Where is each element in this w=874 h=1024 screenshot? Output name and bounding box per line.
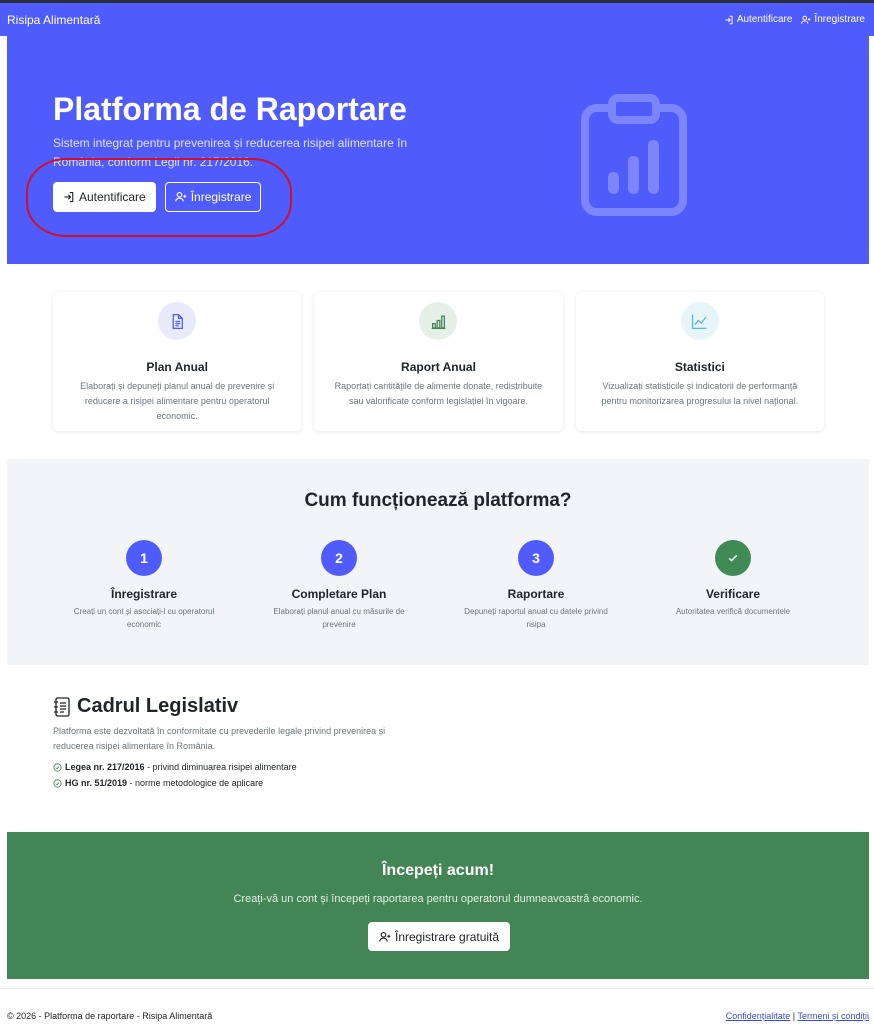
step-title: Verificare [705, 587, 761, 601]
terms-link[interactable]: Termeni și condiții [797, 1011, 869, 1021]
step-1: 1 Înregistrare Creați un cont și asociaț… [49, 540, 239, 631]
step-number: 3 [518, 540, 554, 576]
legal-header: Cadrul Legislativ [53, 695, 453, 718]
feature-icon-circle [158, 302, 197, 340]
law-name: HG nr. 51/2019 [65, 778, 128, 788]
how-it-works-title: Cum funcționează platforma? [304, 490, 572, 511]
feature-icon-circle [680, 302, 719, 340]
cta-title: Începeți acum! [381, 862, 495, 879]
feature-title: Plan Anual [146, 360, 208, 374]
nav-register-label: Înregistrare [814, 14, 865, 25]
privacy-link[interactable]: Confidențialitate [726, 1011, 791, 1021]
law-description: - privind diminuarea risipei alimentare [144, 762, 297, 772]
person-add-icon [379, 931, 391, 942]
footer-links: Confidențialitate | Termeni și condiții [726, 1011, 869, 1021]
footer-separator: | [792, 1011, 796, 1021]
law-item: Legea nr. 217/2016 - privind diminuarea … [53, 762, 453, 772]
feature-description: Vizualizați statisticile și indicatorii … [601, 381, 799, 406]
navbar: Risipa Alimentară Autentificare Înregist… [0, 3, 874, 36]
navbar-links: Autentificare Înregistrare [724, 14, 865, 25]
step-description: Creați un cont și asociați-l cu operator… [73, 607, 215, 629]
person-add-icon [801, 15, 811, 24]
legal-text: Platforma este dezvoltată în conformitat… [53, 726, 386, 751]
step-number: 1 [126, 540, 162, 576]
feature-icon-circle [419, 302, 458, 340]
journal-text-icon [54, 696, 70, 717]
law-item: HG nr. 51/2019 - norme metodologice de a… [53, 778, 453, 788]
footer-divider [0, 988, 874, 989]
features-section: Plan Anual Elaborați și depuneți planul … [53, 292, 824, 431]
login-icon [725, 15, 733, 24]
step-title: Înregistrare [110, 587, 178, 601]
legal-section: Cadrul Legislativ Platforma este dezvolt… [53, 695, 453, 788]
step-title: Completare Plan [291, 587, 387, 601]
hero-title: Platforma de Raportare [53, 91, 407, 127]
legal-title: Cadrul Legislativ [77, 695, 239, 717]
feature-title: Statistici [674, 360, 725, 374]
check-icon [728, 554, 738, 562]
step-title: Raportare [507, 587, 565, 601]
feature-card-plan: Plan Anual Elaborați și depuneți planul … [53, 292, 302, 431]
feature-description: Elaborați și depuneți planul anual de pr… [80, 381, 275, 421]
check-circle-icon [53, 762, 62, 772]
free-register-button[interactable]: Înregistrare gratuită [368, 922, 511, 951]
feature-card-report: Raport Anual Raportați cantitățile de al… [314, 292, 563, 431]
nav-login-label: Autentificare [736, 14, 793, 25]
nav-login-link[interactable]: Autentificare [724, 14, 793, 25]
law-name: Legea nr. 217/2016 [65, 762, 145, 772]
step-description: Elaborați planul anual cu măsurile de pr… [273, 607, 405, 629]
check-circle-icon [53, 778, 62, 788]
step-3: 3 Raportare Depuneți raportul anual cu d… [441, 540, 631, 631]
footer-copyright: © 2026 - Platforma de raportare - Risipa… [7, 1011, 213, 1021]
feature-description: Raportați cantitățile de alimente donate… [334, 381, 543, 406]
how-it-works-section: Cum funcționează platforma? 1 Înregistra… [7, 459, 869, 665]
feature-card-statistics: Statistici Vizualizați statisticile și i… [575, 292, 824, 431]
step-description: Depuneți raportul anual cu datele privin… [464, 607, 608, 629]
bar-chart-icon [431, 315, 446, 329]
cta-text: Creați-vă un cont și începeți raportarea… [233, 893, 643, 905]
step-2: 2 Completare Plan Elaborați planul anual… [244, 540, 434, 631]
law-description: - norme metodologice de aplicare [127, 778, 264, 788]
document-icon [172, 313, 183, 329]
line-chart-icon [692, 314, 707, 329]
annotation-highlight [26, 158, 292, 237]
hero-section: Platforma de Raportare Sistem integrat p… [7, 36, 869, 264]
brand-link[interactable]: Risipa Alimentară [7, 13, 100, 27]
step-number: 2 [321, 540, 357, 576]
free-register-label: Înregistrare gratuită [395, 929, 500, 944]
step-check-circle [715, 540, 751, 576]
step-4: Verificare Autoritatea verifică document… [638, 540, 828, 618]
cta-section: Începeți acum! Creați-vă un cont și înce… [7, 832, 869, 979]
feature-title: Raport Anual [401, 360, 476, 374]
nav-register-link[interactable]: Înregistrare [801, 14, 865, 25]
clipboard-chart-icon [581, 94, 687, 216]
step-description: Autoritatea verifică documentele [675, 607, 791, 616]
